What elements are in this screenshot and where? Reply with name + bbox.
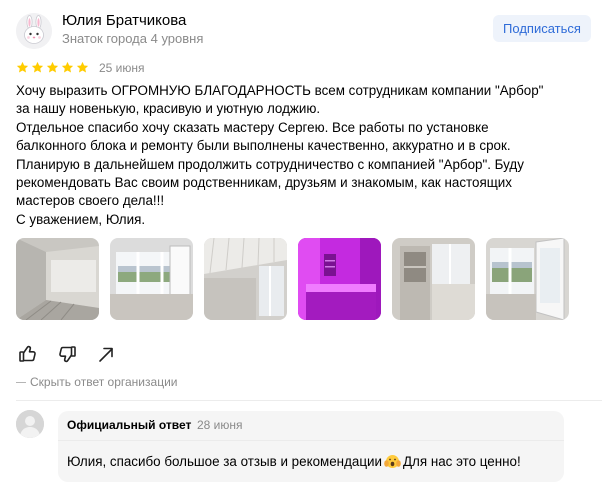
- bunny-avatar-icon: [16, 13, 52, 49]
- hide-reply-link[interactable]: Скрыть ответ организации: [16, 375, 177, 389]
- divider: [16, 400, 602, 401]
- rating-stars: [16, 61, 89, 74]
- star-icon: [76, 61, 89, 73]
- official-reply-text: Юлия, спасибо большое за отзыв и рекомен…: [67, 454, 521, 469]
- official-reply-title: Официальный ответ: [67, 418, 192, 432]
- dislike-icon[interactable]: [57, 344, 77, 364]
- review-line: С уважением, Юлия.: [16, 211, 146, 227]
- review-text: Хочу выразить ОГРОМНУЮ БЛАГОДАРНОСТЬ все…: [16, 82, 602, 229]
- subscribe-button[interactable]: Подписаться: [493, 15, 591, 42]
- review-actions: [18, 344, 116, 364]
- face-with-hands-emoji-icon: [384, 454, 401, 469]
- reply-text-part-1: Юлия, спасибо большое за отзыв и рекомен…: [67, 454, 382, 469]
- hide-reply-label: Скрыть ответ организации: [30, 375, 178, 389]
- author-level: Знаток города 4 уровня: [62, 31, 204, 46]
- review-line: рекомендовать Вас своим родственникам, д…: [16, 175, 512, 191]
- review-line: балконного блока и ремонту были выполнен…: [16, 138, 511, 154]
- author-avatar[interactable]: [16, 13, 52, 49]
- user-silhouette-icon: [16, 410, 44, 438]
- balcony-purple-light-photo[interactable]: [298, 238, 381, 320]
- dash-icon: [16, 381, 26, 383]
- review-line: Планирую в дальнейшем продолжить сотрудн…: [16, 156, 524, 172]
- review-line: мастеров своего дела!!!: [16, 193, 165, 209]
- photo-gallery: [16, 238, 569, 320]
- star-icon: [46, 61, 59, 73]
- official-reply-date: 28 июня: [197, 418, 243, 432]
- official-reply-body: Юлия, спасибо большое за отзыв и рекомен…: [58, 440, 564, 482]
- balcony-ceiling-photo[interactable]: [204, 238, 287, 320]
- official-reply-header: Официальный ответ 28 июня: [58, 411, 564, 440]
- author-name[interactable]: Юлия Братчикова: [62, 12, 186, 29]
- share-icon[interactable]: [96, 344, 116, 364]
- balcony-shelf-photo[interactable]: [392, 238, 475, 320]
- review-line: Отдельное спасибо хочу сказать мастеру С…: [16, 119, 489, 135]
- balcony-interior-photo[interactable]: [16, 238, 99, 320]
- like-icon[interactable]: [18, 344, 38, 364]
- review-date: 25 июня: [99, 61, 145, 75]
- star-icon: [16, 61, 29, 73]
- review-line: за нашу новенькую, красивую и уютную лод…: [16, 101, 321, 117]
- balcony-open-window-photo[interactable]: [486, 238, 569, 320]
- star-icon: [61, 61, 74, 73]
- balcony-window-view-photo[interactable]: [110, 238, 193, 320]
- reply-text-part-2: Для нас это ценно!: [402, 454, 521, 469]
- review-line: Хочу выразить ОГРОМНУЮ БЛАГОДАРНОСТЬ все…: [16, 83, 544, 98]
- organization-avatar: [16, 410, 44, 438]
- star-icon: [31, 61, 44, 73]
